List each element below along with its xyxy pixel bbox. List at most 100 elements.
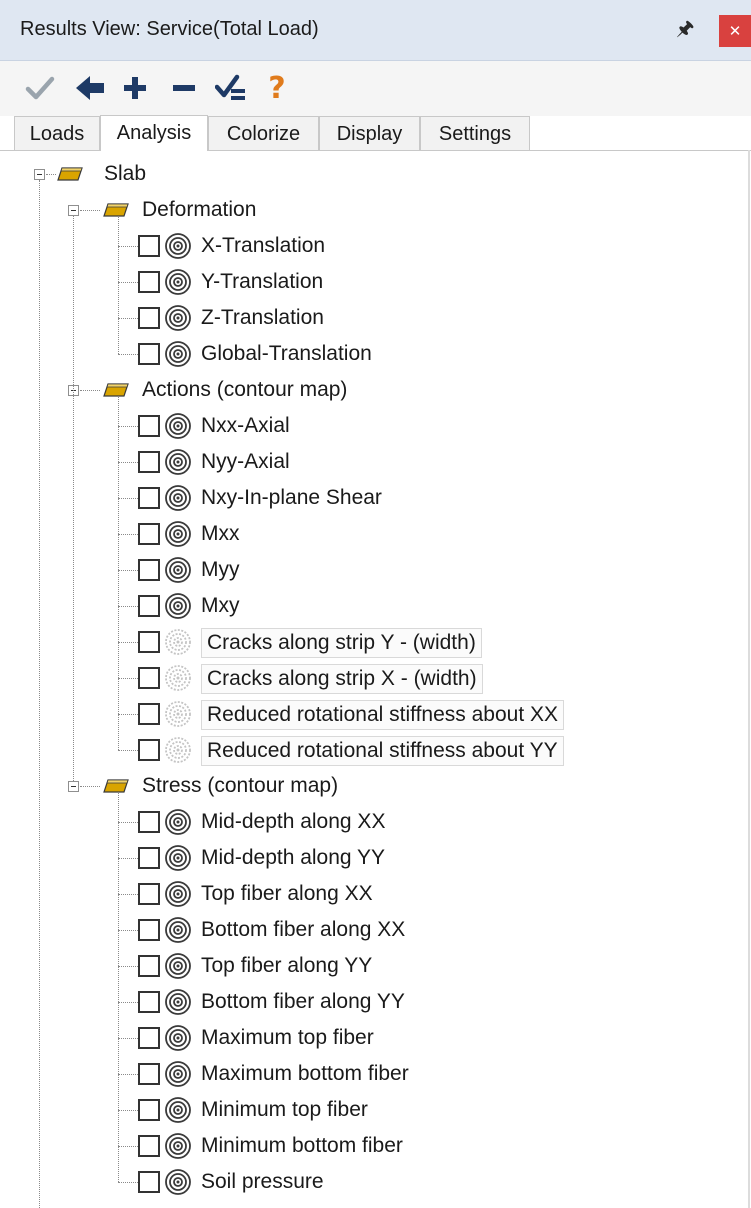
tree-item-checkbox[interactable]: [138, 1027, 160, 1049]
group-folder-icon: [102, 382, 130, 398]
close-button[interactable]: ✕: [719, 15, 751, 47]
group-expander[interactable]: [68, 205, 79, 216]
back-button[interactable]: [72, 71, 108, 105]
tree-item-label[interactable]: Global-Translation: [201, 340, 372, 368]
tree-item-checkbox[interactable]: [138, 559, 160, 581]
tree-item-label[interactable]: Z-Translation: [201, 304, 324, 332]
tree-item-label[interactable]: Top fiber along XX: [201, 880, 373, 908]
tree-item-checkbox[interactable]: [138, 631, 160, 653]
tree-item-checkbox[interactable]: [138, 235, 160, 257]
tree-item-checkbox[interactable]: [138, 271, 160, 293]
remove-button[interactable]: [168, 71, 200, 105]
tree-item-label[interactable]: Cracks along strip X - (width): [201, 664, 483, 694]
tree-connector: [118, 570, 138, 571]
tree-item-label[interactable]: Reduced rotational stiffness about YY: [201, 736, 564, 766]
tree-item-label[interactable]: Minimum bottom fiber: [201, 1132, 403, 1160]
tree-item-checkbox[interactable]: [138, 523, 160, 545]
tree-item-label[interactable]: Top fiber along YY: [201, 952, 372, 980]
tree-item-checkbox[interactable]: [138, 1099, 160, 1121]
tab-settings[interactable]: Settings: [420, 116, 530, 150]
result-target-icon: [164, 988, 192, 1016]
help-button[interactable]: ?: [262, 70, 292, 106]
tree-item-label[interactable]: Mid-depth along YY: [201, 844, 385, 872]
tree-item-label[interactable]: X-Translation: [201, 232, 325, 260]
tree-connector: [118, 1182, 138, 1183]
result-target-icon: [164, 952, 192, 980]
tree-connector: [118, 822, 138, 823]
tree-connector: [80, 786, 100, 787]
result-target-icon: [164, 412, 192, 440]
tree-item-checkbox[interactable]: [138, 1135, 160, 1157]
tree-item-label[interactable]: Mxy: [201, 592, 240, 620]
tree-item-label[interactable]: Maximum top fiber: [201, 1024, 374, 1052]
minus-icon: [173, 85, 195, 91]
tree-root-slab[interactable]: Slab: [104, 160, 146, 188]
tree-item-checkbox[interactable]: [138, 667, 160, 689]
tree-item-label[interactable]: Cracks along strip Y - (width): [201, 628, 482, 658]
tab-display[interactable]: Display: [319, 116, 420, 150]
tree-item-checkbox[interactable]: [138, 811, 160, 833]
add-button[interactable]: [120, 71, 150, 105]
tree-item-checkbox[interactable]: [138, 1171, 160, 1193]
result-target-icon: [164, 1096, 192, 1124]
tree-item-checkbox[interactable]: [138, 487, 160, 509]
tree-item-checkbox[interactable]: [138, 955, 160, 977]
pin-icon[interactable]: 🖈: [676, 16, 696, 40]
tree-item-label[interactable]: Bottom fiber along XX: [201, 916, 405, 944]
result-target-icon: [164, 700, 192, 728]
result-target-icon: [164, 844, 192, 872]
root-expander[interactable]: [34, 169, 45, 180]
tree-item-label[interactable]: Mid-depth along XX: [201, 808, 385, 836]
tree-item-label[interactable]: Nxx-Axial: [201, 412, 290, 440]
tree-item-checkbox[interactable]: [138, 739, 160, 761]
tree-connector: [118, 354, 138, 355]
tree-group-0[interactable]: Deformation: [142, 196, 256, 224]
help-icon: ?: [268, 70, 286, 106]
tree-item-checkbox[interactable]: [138, 883, 160, 905]
check-all-button[interactable]: [214, 71, 250, 105]
tree-item-label[interactable]: Nyy-Axial: [201, 448, 290, 476]
tree-item-label[interactable]: Myy: [201, 556, 240, 584]
tree-item-label[interactable]: Soil pressure: [201, 1168, 324, 1196]
tree-connector: [118, 246, 138, 247]
panel-border: [748, 150, 750, 1208]
tree-item-checkbox[interactable]: [138, 343, 160, 365]
tree-connector: [118, 894, 138, 895]
tree-item-label[interactable]: Y-Translation: [201, 268, 323, 296]
tree-item-checkbox[interactable]: [138, 991, 160, 1013]
arrow-left-icon: [76, 76, 104, 100]
tree-connector: [118, 534, 138, 535]
tab-analysis[interactable]: Analysis: [100, 115, 208, 151]
result-target-icon: [164, 1168, 192, 1196]
tree-item-checkbox[interactable]: [138, 919, 160, 941]
tree-group-2[interactable]: Stress (contour map): [142, 772, 338, 800]
window-title: Results View: Service(Total Load): [20, 18, 319, 40]
tree-item-label[interactable]: Maximum bottom fiber: [201, 1060, 409, 1088]
tab-colorize[interactable]: Colorize: [208, 116, 319, 150]
result-target-icon: [164, 448, 192, 476]
tree-group-1[interactable]: Actions (contour map): [142, 376, 347, 404]
tree-connector: [118, 1146, 138, 1147]
group-expander[interactable]: [68, 781, 79, 792]
slab-folder-icon: [56, 166, 84, 182]
results-tree: Slab Deformation X-Translation Y-Translatio…: [0, 151, 748, 1208]
tree-item-checkbox[interactable]: [138, 595, 160, 617]
tree-item-checkbox[interactable]: [138, 415, 160, 437]
tree-connector: [80, 210, 100, 211]
result-target-icon: [164, 916, 192, 944]
tree-item-label[interactable]: Reduced rotational stiffness about XX: [201, 700, 565, 730]
tree-item-label[interactable]: Bottom fiber along YY: [201, 988, 405, 1016]
tree-item-label[interactable]: Nxy-In-plane Shear: [201, 484, 382, 512]
tree-item-checkbox[interactable]: [138, 703, 160, 725]
tree-item-label[interactable]: Mxx: [201, 520, 240, 548]
result-target-icon: [164, 592, 192, 620]
tree-item-checkbox[interactable]: [138, 307, 160, 329]
result-target-icon: [164, 1132, 192, 1160]
check-list-icon: [215, 74, 245, 100]
tree-item-label[interactable]: Minimum top fiber: [201, 1096, 368, 1124]
tab-loads[interactable]: Loads: [14, 116, 100, 150]
tree-item-checkbox[interactable]: [138, 847, 160, 869]
tree-item-checkbox[interactable]: [138, 451, 160, 473]
apply-button[interactable]: [22, 71, 58, 105]
tree-item-checkbox[interactable]: [138, 1063, 160, 1085]
